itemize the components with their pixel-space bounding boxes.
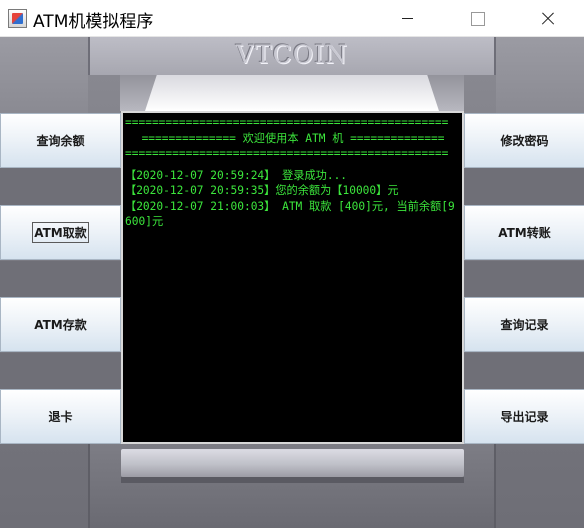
withdraw-button[interactable]: ATM取款 [0,205,121,260]
log-line: 【2020-12-07 21:00:03】 ATM 取款 [400]元, 当前余… [125,199,455,229]
check-balance-button[interactable]: 查询余额 [0,113,121,168]
query-records-button[interactable]: 查询记录 [464,297,584,352]
button-label: ATM转账 [498,226,551,240]
machine-header: VTCOIN [88,37,496,75]
welcome-message: ============== 欢迎使用本 ATM 机 =============… [141,131,445,145]
title-bar: ATM机模拟程序 [0,0,584,37]
brand-logo: VTCOIN [235,40,349,69]
eject-card-button[interactable]: 退卡 [0,389,121,444]
java-app-icon [8,9,27,28]
button-label: ATM存款 [34,318,87,332]
change-password-button[interactable]: 修改密码 [464,113,584,168]
atm-screen[interactable]: ========================================… [121,111,464,444]
export-records-button[interactable]: 导出记录 [464,389,584,444]
maximize-icon[interactable] [454,0,500,37]
log-line: 【2020-12-07 20:59:35】您的余额为【10000】元 [125,184,399,197]
button-label: 查询余额 [36,134,85,148]
button-label: 退卡 [48,410,73,424]
button-label: 导出记录 [500,410,549,424]
separator-line: ========================================… [125,116,449,129]
transaction-log: 【2020-12-07 20:59:24】 登录成功... 【2020-12-0… [125,168,461,230]
transfer-button[interactable]: ATM转账 [464,205,584,260]
close-icon[interactable] [524,0,570,37]
log-line: 【2020-12-07 20:59:24】 登录成功... [125,168,348,182]
card-slot [121,449,464,477]
window-title: ATM机模拟程序 [33,12,154,32]
atm-machine-panel: VTCOIN 查询余额 ATM取款 ATM存款 退卡 修改密码 ATM转账 查询… [0,37,584,528]
button-label: 修改密码 [500,134,549,148]
deposit-button[interactable]: ATM存款 [0,297,121,352]
screen-hood-light [145,75,439,111]
button-label: ATM取款 [32,222,89,243]
minimize-icon[interactable] [384,0,430,37]
machine-side-right [496,37,584,113]
card-slot-lip [121,477,464,483]
separator-line: ========================================… [125,147,449,160]
button-label: 查询记录 [500,318,549,332]
machine-side-left [0,37,88,113]
